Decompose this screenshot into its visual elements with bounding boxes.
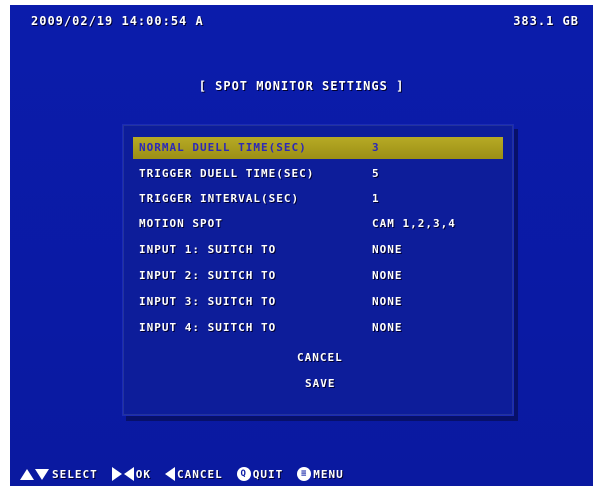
footer-quit-hint: Q QUIT xyxy=(236,467,284,481)
setting-label: INPUT 3: SUITCH TO xyxy=(139,295,277,308)
dvr-screen: 2009/02/19 14:00:54 A 383.1 GB [ SPOT MO… xyxy=(10,5,593,486)
footer-cancel-hint: CANCEL xyxy=(165,467,223,481)
setting-label: TRIGGER INTERVAL(SEC) xyxy=(139,192,300,205)
setting-value: 1 xyxy=(372,192,380,205)
settings-panel: NORMAL DUELL TIME(SEC) 3 TRIGGER DUELL T… xyxy=(122,124,514,416)
setting-label: NORMAL DUELL TIME(SEC) xyxy=(139,141,307,154)
setting-row-normal-dwell-time[interactable]: NORMAL DUELL TIME(SEC) 3 xyxy=(133,137,503,159)
setting-value: NONE xyxy=(372,269,403,282)
setting-row-motion-spot[interactable]: MOTION SPOT CAM 1,2,3,4 xyxy=(133,213,503,235)
setting-label: MOTION SPOT xyxy=(139,217,223,230)
page-title: [ SPOT MONITOR SETTINGS ] xyxy=(198,79,405,93)
arrow-left-icon xyxy=(165,467,175,481)
setting-row-input-4[interactable]: INPUT 4: SUITCH TO NONE xyxy=(133,317,503,339)
arrow-down-icon xyxy=(35,468,49,480)
setting-row-input-3[interactable]: INPUT 3: SUITCH TO NONE xyxy=(133,291,503,313)
setting-label: INPUT 4: SUITCH TO xyxy=(139,321,277,334)
setting-value: CAM 1,2,3,4 xyxy=(372,217,456,230)
menu-icon: ≡ xyxy=(297,467,312,481)
storage-indicator: 383.1 GB xyxy=(513,14,579,28)
setting-row-input-2[interactable]: INPUT 2: SUITCH TO NONE xyxy=(133,265,503,287)
footer-cancel-label: CANCEL xyxy=(177,467,223,481)
setting-row-input-1[interactable]: INPUT 1: SUITCH TO NONE xyxy=(133,239,503,261)
footer-ok-hint: OK xyxy=(111,467,151,481)
quit-icon: Q xyxy=(236,467,251,481)
setting-value: 3 xyxy=(372,141,380,154)
datetime-display: 2009/02/19 14:00:54 A xyxy=(31,14,204,28)
footer-ok-label: OK xyxy=(135,467,151,481)
setting-value: NONE xyxy=(372,295,403,308)
arrow-left-icon xyxy=(123,467,134,481)
setting-row-trigger-dwell-time[interactable]: TRIGGER DUELL TIME(SEC) 5 xyxy=(133,163,503,185)
footer-menu-hint: ≡ MENU xyxy=(297,467,344,481)
arrow-right-icon xyxy=(111,467,122,481)
setting-value: NONE xyxy=(372,321,403,334)
footer-select-hint: SELECT xyxy=(20,468,98,481)
setting-value: 5 xyxy=(372,167,380,180)
setting-label: TRIGGER DUELL TIME(SEC) xyxy=(139,167,315,180)
footer-select-label: SELECT xyxy=(52,467,98,481)
cancel-button[interactable]: CANCEL xyxy=(297,351,343,364)
setting-label: INPUT 2: SUITCH TO xyxy=(139,269,277,282)
setting-label: INPUT 1: SUITCH TO xyxy=(139,243,277,256)
arrow-up-icon xyxy=(20,468,34,480)
save-button[interactable]: SAVE xyxy=(305,377,336,390)
footer-menu-label: MENU xyxy=(313,467,344,481)
setting-row-trigger-interval[interactable]: TRIGGER INTERVAL(SEC) 1 xyxy=(133,188,503,210)
setting-value: NONE xyxy=(372,243,403,256)
footer-hints: SELECT OK CANCEL Q QUIT ≡ MENU xyxy=(20,467,358,481)
footer-quit-label: QUIT xyxy=(252,467,284,481)
